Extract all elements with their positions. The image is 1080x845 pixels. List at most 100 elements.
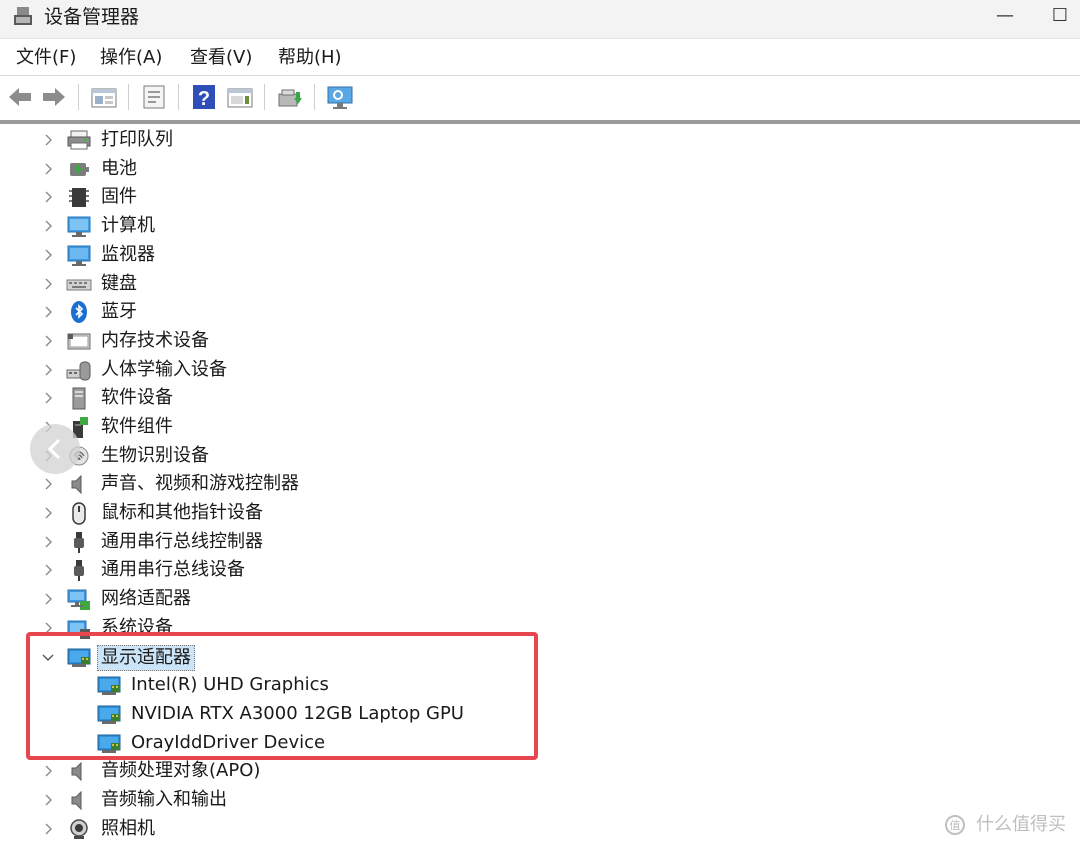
chevron-right-icon[interactable] xyxy=(40,591,56,607)
battery-icon xyxy=(66,157,92,181)
tree-category-label: 键盘 xyxy=(101,273,137,294)
chevron-right-icon[interactable] xyxy=(40,476,56,492)
usb-icon xyxy=(66,558,92,582)
firmware-icon xyxy=(66,185,92,209)
toolbar-separator xyxy=(264,84,265,110)
tree-category-label: 蓝牙 xyxy=(101,301,137,322)
speaker-icon xyxy=(66,472,92,496)
tree-category-row[interactable]: 网络适配器 xyxy=(0,585,700,614)
maximize-button[interactable]: ☐ xyxy=(1040,3,1080,29)
tree-category-label: 人体学输入设备 xyxy=(101,359,227,380)
svg-text:值: 值 xyxy=(950,819,961,832)
toolbar-separator xyxy=(178,84,179,110)
hid-icon xyxy=(66,358,92,382)
tree-category-row[interactable]: 生物识别设备 xyxy=(0,442,700,471)
chevron-right-icon[interactable] xyxy=(40,792,56,808)
tree-category-row[interactable]: 软件设备 xyxy=(0,384,700,413)
toolbar-separator xyxy=(314,84,315,110)
chevron-right-icon[interactable] xyxy=(40,763,56,779)
tree-category-row[interactable]: 键盘 xyxy=(0,270,700,299)
chevron-right-icon[interactable] xyxy=(40,218,56,234)
menu-help[interactable]: 帮助(H) xyxy=(278,45,342,71)
usb-icon xyxy=(66,530,92,554)
monitor-icon xyxy=(66,243,92,267)
chevron-right-icon[interactable] xyxy=(40,276,56,292)
annotation-highlight-box xyxy=(26,632,538,760)
chevron-left-icon xyxy=(47,438,61,460)
forward-arrow-icon[interactable] xyxy=(40,82,68,112)
menu-file[interactable]: 文件(F) xyxy=(16,45,76,71)
network-adapter-icon xyxy=(66,587,92,611)
tree-category-row[interactable]: 通用串行总线设备 xyxy=(0,556,700,585)
speaker-icon xyxy=(66,788,92,812)
minimize-button[interactable]: — xyxy=(985,3,1025,29)
tree-category-row[interactable]: 打印队列 xyxy=(0,126,700,155)
tree-category-label: 计算机 xyxy=(101,215,155,236)
tree-category-row[interactable]: 音频处理对象(APO) xyxy=(0,757,700,786)
tree-category-row[interactable]: 照相机 xyxy=(0,815,700,844)
chevron-right-icon[interactable] xyxy=(40,534,56,550)
device-properties-icon[interactable] xyxy=(140,82,168,112)
tree-category-row[interactable]: 蓝牙 xyxy=(0,298,700,327)
window-title: 设备管理器 xyxy=(44,6,140,28)
speaker-icon xyxy=(66,759,92,783)
tree-category-label: 通用串行总线设备 xyxy=(101,559,245,580)
scan-hardware-monitor-icon[interactable] xyxy=(326,82,354,112)
tree-category-label: 软件设备 xyxy=(101,387,173,408)
keyboard-icon xyxy=(66,272,92,296)
software-device-icon xyxy=(66,386,92,410)
tree-category-row[interactable]: 人体学输入设备 xyxy=(0,356,700,385)
tree-category-label: 鼠标和其他指针设备 xyxy=(101,502,263,523)
chevron-right-icon[interactable] xyxy=(40,132,56,148)
carousel-nav-button[interactable] xyxy=(30,424,80,474)
computer-icon xyxy=(66,214,92,238)
chevron-right-icon[interactable] xyxy=(40,362,56,378)
tree-category-label: 通用串行总线控制器 xyxy=(101,531,263,552)
menu-action[interactable]: 操作(A) xyxy=(100,45,162,71)
toolbar: ? xyxy=(0,75,1080,118)
tree-category-row[interactable]: 监视器 xyxy=(0,241,700,270)
chevron-right-icon[interactable] xyxy=(40,562,56,578)
device-manager-app-icon xyxy=(14,7,32,25)
memory-device-icon xyxy=(66,329,92,353)
tree-category-row[interactable]: 通用串行总线控制器 xyxy=(0,528,700,557)
svg-text:?: ? xyxy=(198,88,210,110)
menu-bar: 文件(F) 操作(A) 查看(V) 帮助(H) xyxy=(0,38,1080,75)
tree-category-label: 监视器 xyxy=(101,244,155,265)
back-arrow-icon[interactable] xyxy=(6,82,34,112)
tree-category-label: 音频输入和输出 xyxy=(101,789,227,810)
chevron-right-icon[interactable] xyxy=(40,505,56,521)
properties-grid-icon[interactable] xyxy=(90,82,118,112)
tree-category-row[interactable]: 软件组件 xyxy=(0,413,700,442)
tree-category-label: 电池 xyxy=(101,158,137,179)
tree-category-label: 照相机 xyxy=(101,818,155,839)
tree-category-label: 固件 xyxy=(101,186,137,207)
watermark-text: 什么值得买 xyxy=(976,814,1066,835)
tree-category-row[interactable]: 鼠标和其他指针设备 xyxy=(0,499,700,528)
tree-category-label: 软件组件 xyxy=(101,416,173,437)
tree-category-row[interactable]: 音频输入和输出 xyxy=(0,786,700,815)
tree-category-row[interactable]: 声音、视频和游戏控制器 xyxy=(0,470,700,499)
tree-category-row[interactable]: 计算机 xyxy=(0,212,700,241)
tree-category-row[interactable]: 内存技术设备 xyxy=(0,327,700,356)
title-bar: 设备管理器 — ☐ xyxy=(0,0,1080,38)
help-icon[interactable]: ? xyxy=(190,82,218,112)
chevron-right-icon[interactable] xyxy=(40,304,56,320)
watermark-logo-icon: 值 xyxy=(945,815,966,835)
tree-category-label: 生物识别设备 xyxy=(101,445,209,466)
bluetooth-icon xyxy=(66,300,92,324)
chevron-right-icon[interactable] xyxy=(40,821,56,837)
tree-category-label: 打印队列 xyxy=(101,129,173,150)
update-driver-icon[interactable] xyxy=(276,82,304,112)
tree-category-label: 声音、视频和游戏控制器 xyxy=(101,473,299,494)
action-pane-icon[interactable] xyxy=(226,82,254,112)
chevron-right-icon[interactable] xyxy=(40,161,56,177)
tree-category-row[interactable]: 固件 xyxy=(0,183,700,212)
chevron-right-icon[interactable] xyxy=(40,247,56,263)
chevron-right-icon[interactable] xyxy=(40,390,56,406)
tree-category-label: 网络适配器 xyxy=(101,588,191,609)
menu-view[interactable]: 查看(V) xyxy=(190,45,252,71)
chevron-right-icon[interactable] xyxy=(40,333,56,349)
chevron-right-icon[interactable] xyxy=(40,189,56,205)
tree-category-row[interactable]: 电池 xyxy=(0,155,700,184)
